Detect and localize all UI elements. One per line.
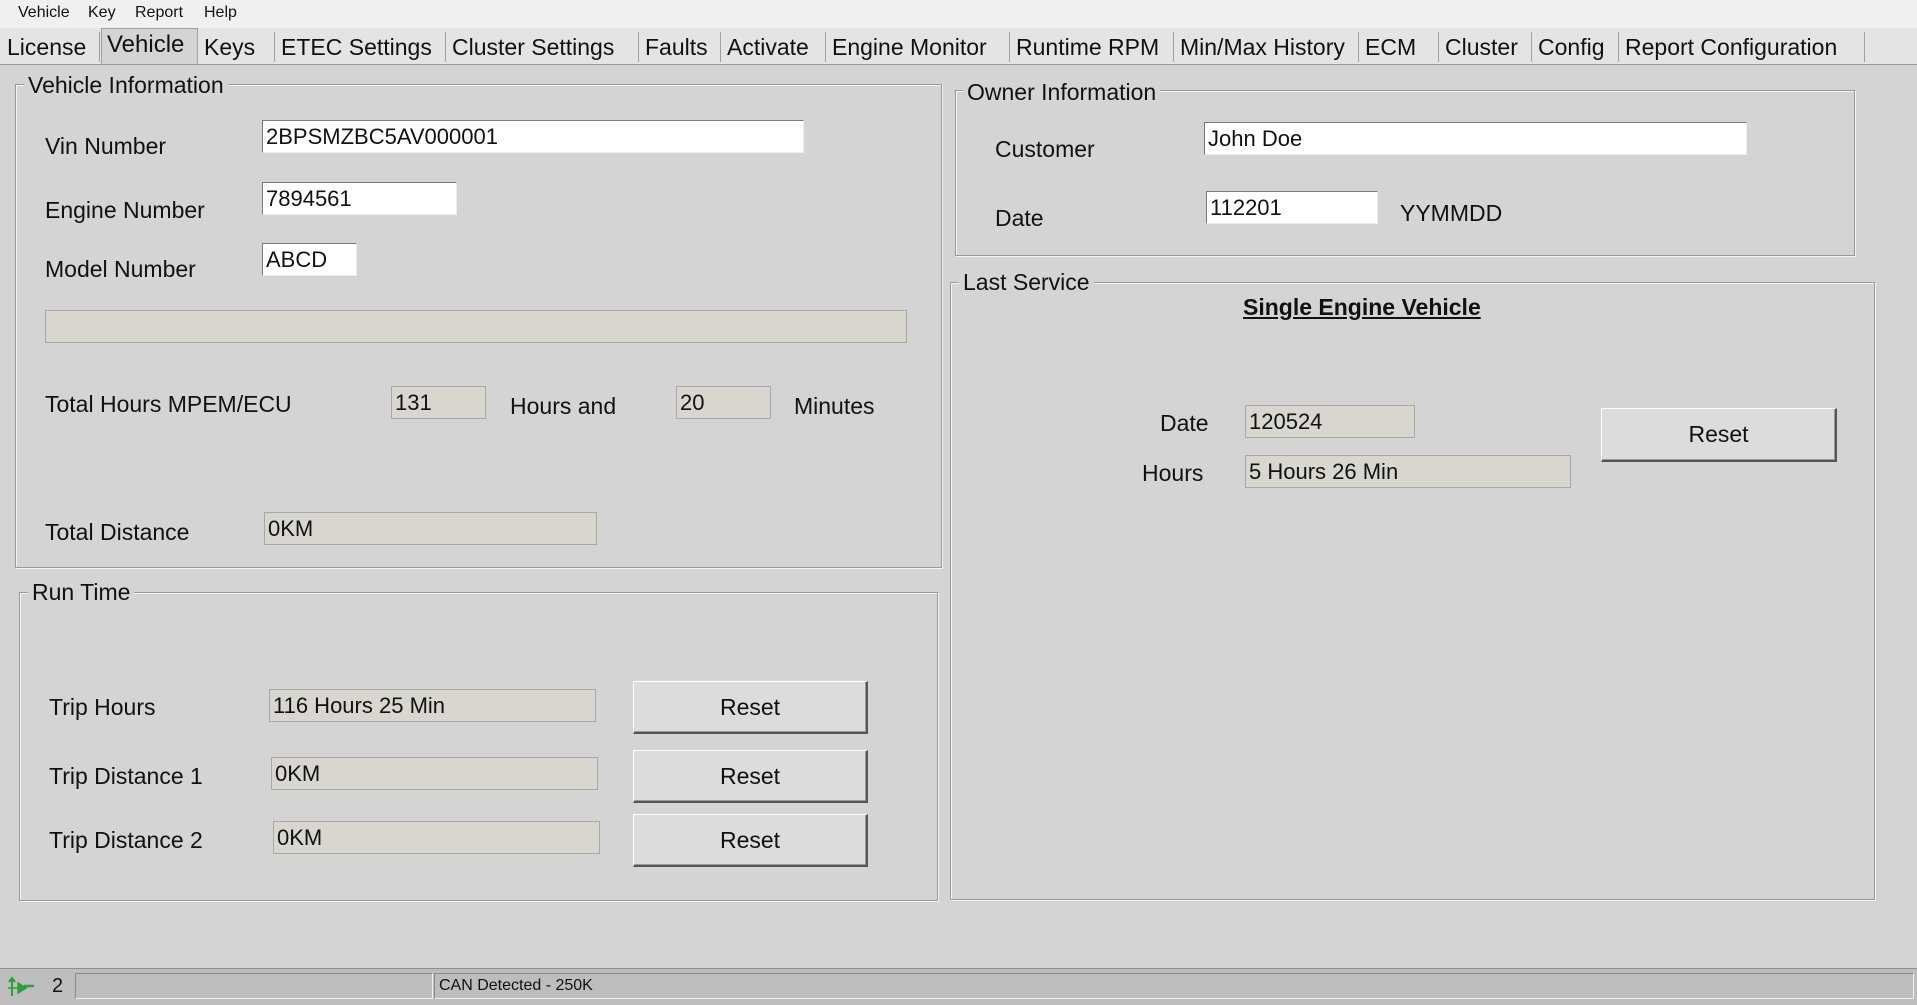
menu-report[interactable]: Report [135,4,183,22]
blank-readonly-field [45,310,907,343]
tab-engine-monitor[interactable]: Engine Monitor [827,32,1010,62]
vin-label: Vin Number [45,133,167,159]
trip-distance-2-label: Trip Distance 2 [49,827,203,853]
menu-vehicle[interactable]: Vehicle [18,4,70,22]
run-time-legend: Run Time [28,579,135,606]
tab-ecm[interactable]: ECM [1360,32,1439,62]
trip-distance-2-reset-button[interactable]: Reset [633,814,868,867]
last-service-legend: Last Service [959,269,1094,296]
status-number: 2 [52,975,64,997]
trip-hours-label: Trip Hours [49,694,156,720]
trip-hours-reset-button[interactable]: Reset [633,681,868,734]
model-number-field[interactable]: ABCD [262,243,357,276]
trip-distance-2-field: 0KM [273,821,600,854]
single-engine-heading: Single Engine Vehicle [1243,294,1481,320]
owner-information-group [955,90,1855,256]
total-hours-field: 131 [391,386,486,419]
vin-field[interactable]: 2BPSMZBC5AV000001 [262,120,804,153]
date-format-label: YYMMDD [1400,200,1503,226]
service-hours-label: Hours [1142,460,1204,486]
menu-bar: Vehicle Key Report Help [0,0,1917,28]
total-distance-field: 0KM [264,512,597,545]
menu-help[interactable]: Help [204,4,237,22]
trip-hours-field: 116 Hours 25 Min [269,689,596,722]
hours-and-label: Hours and [510,393,617,419]
tab-keys[interactable]: Keys [199,32,275,62]
trip-distance-1-reset-button[interactable]: Reset [633,750,868,803]
menu-key[interactable]: Key [88,4,116,22]
customer-label: Customer [995,136,1095,162]
connection-arrows-icon [6,976,36,1003]
service-date-field: 120524 [1245,405,1415,438]
customer-field[interactable]: John Doe [1204,122,1747,155]
status-progress-panel [75,973,433,999]
total-hours-label: Total Hours MPEM/ECU [45,391,292,417]
model-number-label: Model Number [45,256,196,282]
tab-activate[interactable]: Activate [722,32,826,62]
tab-license[interactable]: License [2,32,100,62]
tab-minmax-history[interactable]: Min/Max History [1175,32,1359,62]
trip-distance-1-field: 0KM [271,757,598,790]
tab-runtime-rpm[interactable]: Runtime RPM [1011,32,1174,62]
tab-cluster[interactable]: Cluster [1440,32,1532,62]
status-bar: 2 CAN Detected - 250K [0,968,1917,1005]
tab-faults[interactable]: Faults [640,32,721,62]
owner-information-legend: Owner Information [963,79,1161,106]
total-minutes-field: 20 [676,386,771,419]
last-service-reset-button[interactable]: Reset [1601,408,1837,462]
tab-config[interactable]: Config [1533,32,1619,62]
tab-cluster-settings[interactable]: Cluster Settings [447,32,639,62]
minutes-label: Minutes [794,393,875,419]
tab-strip: License Vehicle Keys ETEC Settings Clust… [0,28,1917,65]
owner-date-label: Date [995,205,1044,231]
total-distance-label: Total Distance [45,519,190,545]
engine-number-label: Engine Number [45,197,205,223]
trip-distance-1-label: Trip Distance 1 [49,763,203,789]
service-date-label: Date [1160,410,1209,436]
service-hours-field: 5 Hours 26 Min [1245,455,1571,488]
owner-date-field[interactable]: 112201 [1206,191,1378,224]
tab-report-configuration[interactable]: Report Configuration [1620,32,1865,62]
last-service-group [950,282,1875,900]
vehicle-information-legend: Vehicle Information [24,72,228,99]
engine-number-field[interactable]: 7894561 [262,182,457,215]
tab-etec-settings[interactable]: ETEC Settings [276,32,446,62]
status-message: CAN Detected - 250K [434,973,1914,999]
tab-vehicle[interactable]: Vehicle [101,28,198,64]
